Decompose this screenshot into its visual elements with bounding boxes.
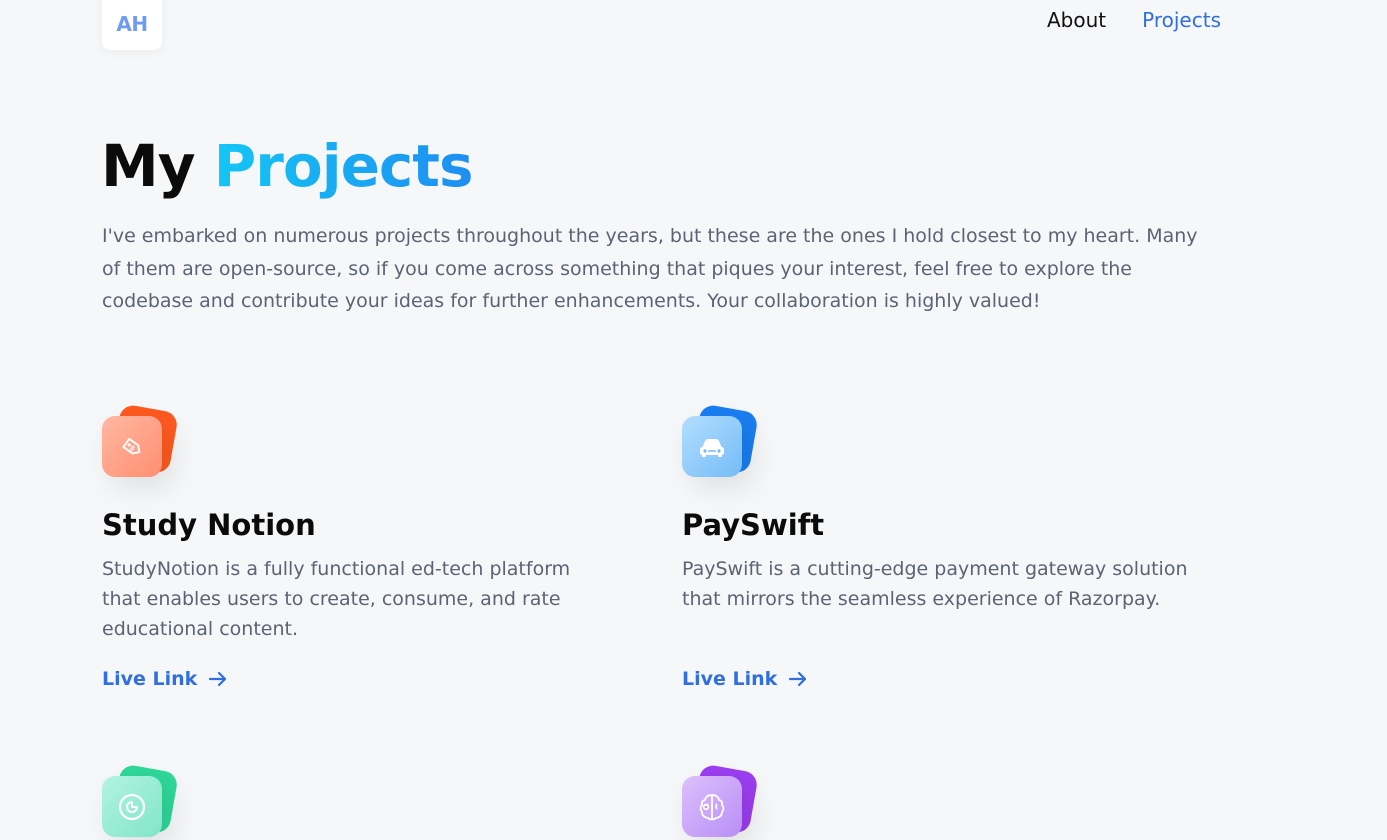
- project-title: Study Notion: [102, 508, 316, 542]
- pie-chart-icon: [118, 793, 146, 820]
- arrow-right-icon: [789, 671, 807, 687]
- icon-badge-front: [682, 416, 742, 477]
- project-card-study-notion: $ Study Notion StudyNotion is a fully fu…: [102, 403, 622, 690]
- project-description: StudyNotion is a fully functional ed-tec…: [102, 558, 571, 640]
- project-icon-badge: [682, 763, 759, 840]
- icon-badge-front: $: [102, 416, 162, 477]
- page-title-accent: Projects: [213, 132, 474, 200]
- project-card-3: [102, 763, 622, 840]
- page-intro: I've embarked on numerous projects throu…: [102, 225, 1198, 312]
- arrow-right-icon: [209, 671, 227, 687]
- main-nav: About Projects: [1047, 8, 1221, 32]
- project-icon-badge: [102, 763, 179, 840]
- icon-badge-front: [682, 776, 742, 837]
- car-icon: [700, 438, 724, 457]
- live-link-label: Live Link: [102, 668, 198, 690]
- brain-gear-icon: [699, 793, 725, 820]
- icon-badge-front: [102, 776, 162, 837]
- logo-text: AH: [116, 12, 148, 36]
- live-link-label: Live Link: [682, 668, 778, 690]
- live-link-button[interactable]: Live Link: [102, 668, 229, 690]
- project-icon-badge: $: [102, 403, 179, 480]
- project-card-payswift: PaySwift PaySwift is a cutting-edge paym…: [682, 403, 1202, 690]
- page-title: My Projects: [101, 132, 474, 200]
- project-title: PaySwift: [682, 508, 825, 542]
- site-logo[interactable]: AH: [102, 0, 162, 50]
- project-description: PaySwift is a cutting-edge payment gatew…: [682, 558, 1188, 610]
- nav-link-about[interactable]: About: [1047, 8, 1106, 32]
- live-link-button[interactable]: Live Link: [682, 668, 809, 690]
- project-card-4: [682, 763, 1202, 840]
- page-title-plain: My: [101, 132, 196, 200]
- price-tag-icon: $: [122, 437, 141, 454]
- projects-page: AH About Projects My Projects I've embar…: [0, 0, 1387, 840]
- project-icon-badge: [682, 403, 759, 480]
- nav-link-projects[interactable]: Projects: [1142, 8, 1221, 32]
